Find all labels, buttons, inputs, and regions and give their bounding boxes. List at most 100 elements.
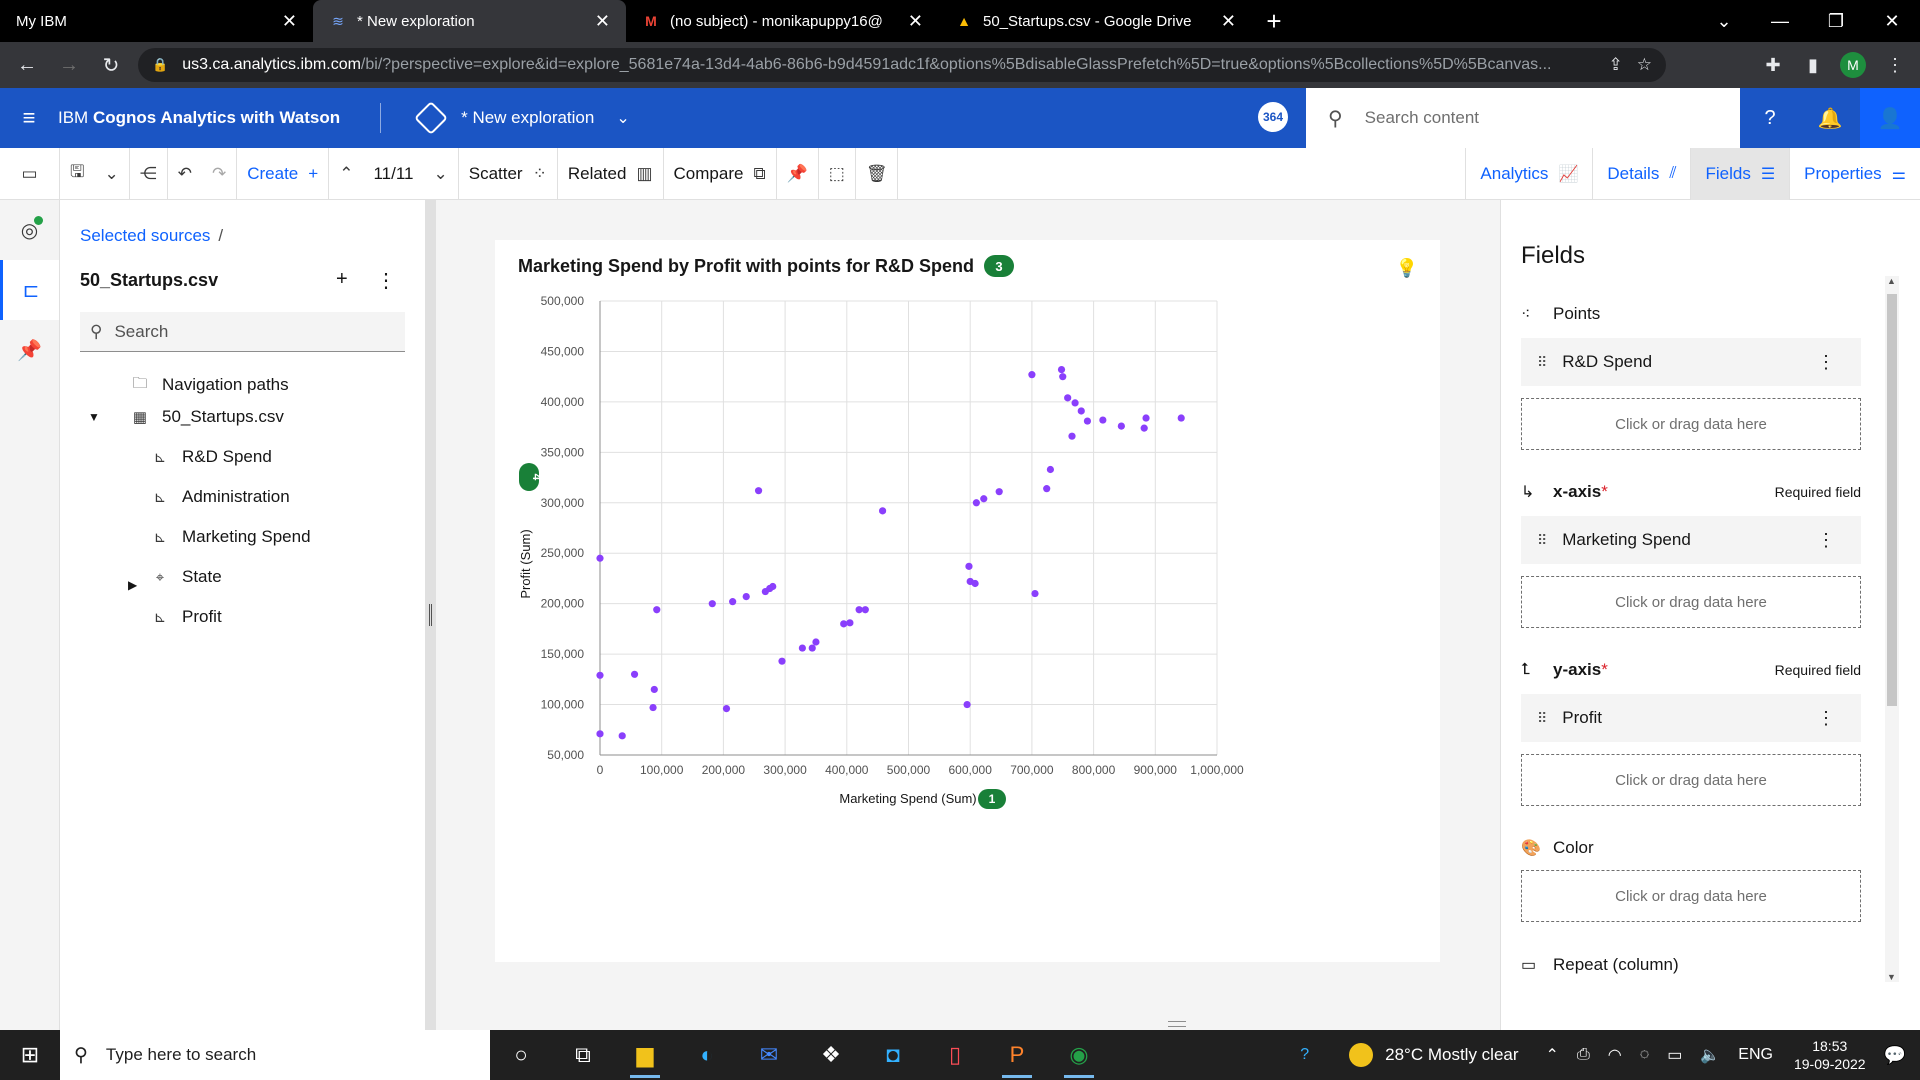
data-point[interactable] xyxy=(995,488,1003,496)
tab-gmail[interactable]: M (no subject) - monikapuppy16@ ✕ xyxy=(626,0,939,42)
related-button[interactable]: Related ▥ xyxy=(558,147,664,200)
notifications-bell-icon[interactable]: 🔔 xyxy=(1800,88,1860,148)
close-tab-icon[interactable]: ✕ xyxy=(282,11,297,32)
data-point[interactable] xyxy=(742,593,750,601)
data-point[interactable] xyxy=(798,644,806,652)
data-point[interactable] xyxy=(812,638,820,646)
compare-button[interactable]: Compare ⧉ xyxy=(664,147,777,200)
data-point[interactable] xyxy=(1059,373,1067,381)
notification-count-badge[interactable]: 364 xyxy=(1258,102,1288,132)
next-card-button[interactable]: ⌄ xyxy=(423,147,459,200)
taskbar-clock[interactable]: 18:53 19-09-2022 xyxy=(1794,1037,1866,1073)
data-point[interactable] xyxy=(650,685,658,694)
y-axis-drop-zone[interactable]: Click or drag data here xyxy=(1521,754,1861,806)
language-indicator[interactable]: ENG xyxy=(1738,1046,1773,1064)
scrollbar-thumb[interactable] xyxy=(1887,294,1897,706)
url-field[interactable]: 🔒 us3.ca.analytics.ibm.com /bi/?perspect… xyxy=(138,48,1666,82)
weather-widget[interactable]: 28°C Mostly clear xyxy=(1349,1043,1519,1067)
mail-icon[interactable]: ✉ xyxy=(738,1030,800,1080)
side-panel-icon[interactable]: ▮ xyxy=(1798,50,1828,80)
scroll-down-icon[interactable]: ▼ xyxy=(1887,972,1896,982)
share-button[interactable]: ⋲ xyxy=(130,147,168,200)
browser-menu-icon[interactable]: ⋮ xyxy=(1880,50,1910,80)
data-point[interactable] xyxy=(1031,589,1039,598)
scroll-up-icon[interactable]: ▲ xyxy=(1887,276,1896,286)
data-point[interactable] xyxy=(972,499,980,507)
data-point[interactable] xyxy=(855,606,863,614)
data-point[interactable] xyxy=(1068,432,1076,440)
tab-search-icon[interactable]: ⌄ xyxy=(1696,0,1752,42)
data-point[interactable] xyxy=(708,600,716,608)
restore-icon[interactable]: ❐ xyxy=(1808,0,1864,42)
data-point[interactable] xyxy=(596,730,604,738)
data-point[interactable] xyxy=(980,495,988,503)
device-icon[interactable]: ⎙ xyxy=(1577,1046,1590,1064)
network-icon[interactable]: ◌ xyxy=(1640,1046,1650,1064)
tree-item-table[interactable]: ▦ 50_Startups.csv xyxy=(130,402,284,432)
help-tray-icon[interactable]: ? xyxy=(1300,1046,1309,1064)
data-point[interactable] xyxy=(1083,417,1092,425)
more-options-icon[interactable]: ⋮ xyxy=(1817,352,1835,373)
data-point[interactable] xyxy=(1117,422,1125,430)
data-point[interactable] xyxy=(1077,407,1085,415)
close-tab-icon[interactable]: ✕ xyxy=(595,11,610,32)
drag-handle-icon[interactable]: ⠿ xyxy=(1537,354,1547,371)
tree-item-profit[interactable]: ⊾ Profit xyxy=(150,602,222,632)
redo-button[interactable]: ↷ xyxy=(202,147,238,200)
volume-icon[interactable]: 🔈 xyxy=(1700,1045,1720,1065)
visualization-card[interactable]: 0 100,000 200,000 300,000 400,000 500,000 600,… xyxy=(495,240,1440,962)
tab-new-exploration[interactable]: ≋ * New exploration ✕ xyxy=(313,0,626,42)
data-point[interactable] xyxy=(618,732,626,740)
source-search-input[interactable]: ⚲ Search xyxy=(80,312,405,352)
data-point[interactable] xyxy=(1071,399,1079,407)
share-icon[interactable]: ⇪ xyxy=(1609,55,1623,75)
drag-handle-icon[interactable]: ⠿ xyxy=(1537,710,1547,727)
tab-google-drive[interactable]: ▲ 50_Startups.csv - Google Drive ✕ xyxy=(939,0,1252,42)
tree-item-rd-spend[interactable]: ⊾ R&D Spend xyxy=(150,442,272,472)
wifi-icon[interactable]: ◠ xyxy=(1608,1045,1622,1065)
color-drop-zone[interactable]: Click or drag data here xyxy=(1521,870,1861,922)
selected-sources-link[interactable]: Selected sources xyxy=(80,226,210,245)
tree-item-navigation-paths[interactable]: 🗀 Navigation paths + xyxy=(130,370,450,400)
show-hidden-icons-icon[interactable]: ⌃ xyxy=(1546,1045,1559,1065)
data-point[interactable] xyxy=(861,606,869,614)
close-tab-icon[interactable]: ✕ xyxy=(908,11,923,32)
caret-right-icon[interactable]: ▶ xyxy=(128,578,137,592)
data-point[interactable] xyxy=(1046,465,1055,474)
y-axis-field-pill[interactable]: ⠿ Profit ⋮ xyxy=(1521,694,1861,742)
new-tab-button[interactable]: + xyxy=(1252,0,1296,42)
add-source-button[interactable]: + xyxy=(336,268,348,291)
close-tab-icon[interactable]: ✕ xyxy=(1221,11,1236,32)
scatter-chart[interactable]: 0 100,000 200,000 300,000 400,000 500,000 600,… xyxy=(495,240,1440,962)
forward-icon[interactable]: → xyxy=(48,54,90,77)
data-point[interactable] xyxy=(846,619,854,627)
bottom-resize-grip[interactable] xyxy=(1168,1021,1186,1027)
data-point[interactable] xyxy=(754,487,763,495)
data-point[interactable] xyxy=(596,554,604,562)
fit-button[interactable]: ⬚ xyxy=(819,147,856,200)
tab-my-ibm[interactable]: My IBM ✕ xyxy=(0,0,313,42)
dropbox-icon[interactable]: ❖ xyxy=(800,1030,862,1080)
extensions-icon[interactable]: ✚ xyxy=(1758,50,1788,80)
tree-item-state[interactable]: ⌖ State xyxy=(150,562,222,592)
help-icon[interactable]: ? xyxy=(1740,88,1800,148)
tree-item-marketing-spend[interactable]: ⊾ Marketing Spend xyxy=(150,522,311,552)
fields-tab[interactable]: Fields ☰ xyxy=(1690,148,1790,200)
minimize-icon[interactable]: — xyxy=(1752,0,1808,42)
x-axis-field-pill[interactable]: ⠿ Marketing Spend ⋮ xyxy=(1521,516,1861,564)
data-point[interactable] xyxy=(878,507,887,515)
title-count-badge[interactable]: 3 xyxy=(984,255,1015,277)
task-view-icon[interactable]: ⧉ xyxy=(552,1030,614,1080)
data-point[interactable] xyxy=(965,562,973,570)
more-options-icon[interactable]: ⋮ xyxy=(1817,530,1835,551)
content-search[interactable]: ⚲ Search content xyxy=(1306,88,1740,148)
pinned-button[interactable]: 📌 xyxy=(0,320,59,380)
taskbar-search-input[interactable]: ⚲ Type here to search xyxy=(60,1030,490,1080)
panel-splitter[interactable] xyxy=(426,200,436,1030)
drag-handle-icon[interactable]: ⠿ xyxy=(1537,532,1547,549)
data-point[interactable] xyxy=(653,606,661,614)
comment-button[interactable]: ▭ xyxy=(0,147,60,200)
data-point[interactable] xyxy=(1028,371,1036,379)
battery-icon[interactable]: ▭ xyxy=(1667,1045,1682,1065)
data-tree-button[interactable]: ⊏ xyxy=(0,260,59,320)
